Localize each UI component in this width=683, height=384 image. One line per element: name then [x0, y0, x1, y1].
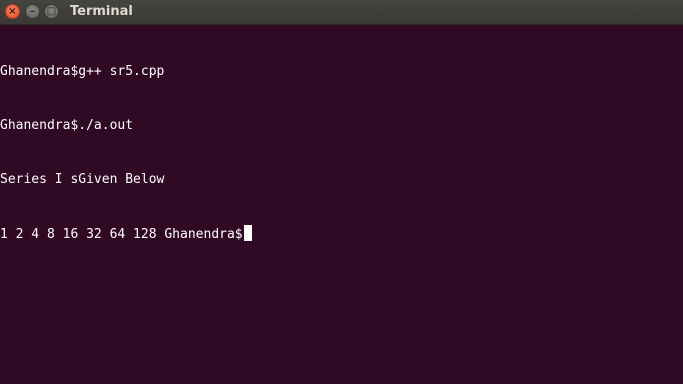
window-title: Terminal: [70, 4, 133, 19]
minimize-icon: –: [30, 6, 35, 17]
title-bar[interactable]: × – □ Terminal: [0, 0, 683, 25]
terminal-line: Ghanendra$./a.out: [0, 118, 134, 133]
terminal-output[interactable]: Ghanendra$g++ sr5.cpp Ghanendra$./a.out …: [0, 27, 683, 384]
close-icon: ×: [8, 6, 17, 17]
minimize-button[interactable]: –: [25, 4, 40, 19]
terminal-line: Ghanendra$g++ sr5.cpp: [0, 64, 165, 79]
maximize-icon: □: [46, 6, 57, 17]
close-button[interactable]: ×: [5, 4, 20, 19]
text-cursor: [243, 225, 252, 241]
terminal-prompt-line: 1 2 4 8 16 32 64 128 Ghanendra$: [0, 225, 683, 243]
terminal-window: × – □ Terminal Ghanendra$g++ sr5.cpp Gha…: [0, 0, 683, 384]
terminal-line-text: 1 2 4 8 16 32 64 128 Ghanendra$: [0, 227, 243, 242]
maximize-button[interactable]: □: [44, 4, 59, 19]
terminal-line: Series I sGiven Below: [0, 172, 165, 187]
